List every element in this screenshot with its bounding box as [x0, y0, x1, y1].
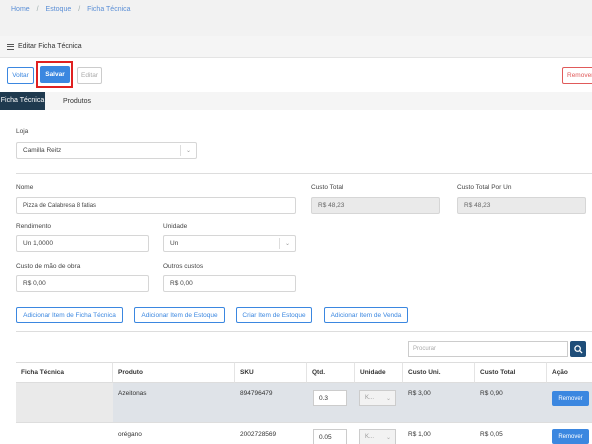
th-custo-total: Custo Total: [475, 362, 547, 383]
breadcrumb-ficha-tecnica[interactable]: Ficha Técnica: [87, 6, 130, 13]
custo-total-label: Custo Total: [311, 184, 344, 191]
custo-uni-cell: R$ 1,00: [408, 431, 431, 438]
ficha-cell: [16, 383, 113, 422]
unidade-row-select[interactable]: K... ⌄: [359, 390, 396, 406]
loja-select[interactable]: Camilla Reitz ⌄: [16, 142, 197, 159]
nome-input[interactable]: Pizza de Calabresa 8 fatias: [16, 197, 296, 214]
qtd-input[interactable]: 0.3: [313, 390, 347, 406]
remove-row-button[interactable]: Remover: [552, 391, 589, 406]
sku-cell: 2002728569: [240, 431, 277, 438]
th-unidade: Unidade: [355, 362, 403, 383]
breadcrumb-separator: /: [36, 6, 39, 13]
mao-obra-label: Custo de mão de obra: [16, 263, 81, 270]
editar-button[interactable]: Editar: [77, 67, 102, 84]
tab-ficha-tecnica[interactable]: Ficha Técnica: [0, 92, 45, 110]
loja-value: Camilla Reitz: [23, 147, 62, 154]
breadcrumb-home[interactable]: Home: [11, 6, 30, 13]
menu-icon[interactable]: [7, 43, 14, 50]
panel-title: Editar Ficha Técnica: [7, 43, 82, 50]
custo-total-cell: R$ 0,05: [480, 431, 503, 438]
custo-uni-cell: R$ 3,00: [408, 390, 431, 397]
custo-total-un-field: R$ 48,23: [457, 197, 586, 214]
custo-total-field: R$ 48,23: [311, 197, 440, 214]
table-row: orégano 2002728569 0.05 K... ⌄ R$ 1,00 R…: [16, 423, 592, 444]
table-row: Azeitonas 894796479 0.3 K... ⌄ R$ 3,00 R…: [16, 383, 592, 423]
salvar-highlight: [36, 61, 73, 88]
th-sku: SKU: [235, 362, 307, 383]
mao-obra-input[interactable]: R$ 0,00: [16, 275, 149, 292]
loja-label: Loja: [16, 128, 29, 135]
search-button[interactable]: [570, 341, 586, 357]
remove-row-button[interactable]: Remover: [552, 429, 589, 444]
voltar-button[interactable]: Voltar: [7, 67, 34, 84]
th-ficha-tecnica: Ficha Técnica: [16, 362, 113, 383]
divider: [16, 331, 592, 332]
tab-produtos[interactable]: Produtos: [57, 92, 97, 110]
chevron-down-icon: ⌄: [180, 145, 196, 156]
outros-custos-input[interactable]: R$ 0,00: [163, 275, 296, 292]
criar-estoque-button[interactable]: Criar Item de Estoque: [236, 307, 312, 323]
produto-cell: Azeitonas: [118, 390, 147, 397]
custo-total-cell: R$ 0,90: [480, 390, 503, 397]
qtd-input[interactable]: 0.05: [313, 429, 347, 444]
chevron-down-icon: ⌄: [385, 434, 391, 441]
unidade-row-value: K...: [365, 434, 375, 440]
th-acao: Ação: [547, 362, 592, 383]
panel-header: [0, 36, 592, 58]
breadcrumb: Home / Estoque / Ficha Técnica: [11, 6, 131, 13]
add-ficha-tecnica-button[interactable]: Adicionar Item de Ficha Técnica: [16, 307, 123, 323]
sku-cell: 894796479: [240, 390, 273, 397]
chevron-down-icon: ⌄: [279, 238, 295, 249]
panel-title-text: Editar Ficha Técnica: [18, 43, 82, 50]
rendimento-label: Rendimento: [16, 223, 52, 230]
th-qtd: Qtd.: [307, 362, 355, 383]
unidade-row-select[interactable]: K... ⌄: [359, 429, 396, 444]
produto-cell: orégano: [118, 431, 142, 438]
breadcrumb-estoque[interactable]: Estoque: [46, 6, 72, 13]
th-custo-uni: Custo Uni.: [403, 362, 475, 383]
unidade-select[interactable]: Un ⌄: [163, 235, 296, 252]
unidade-value: Un: [170, 240, 179, 247]
breadcrumb-separator: /: [78, 6, 81, 13]
unidade-label: Unidade: [163, 223, 188, 230]
search-input[interactable]: Procurar: [408, 341, 568, 357]
chevron-down-icon: ⌄: [385, 395, 391, 402]
custo-total-un-label: Custo Total Por Un: [457, 184, 512, 191]
remover-button[interactable]: Remover: [562, 67, 592, 84]
add-venda-button[interactable]: Adicionar Item de Venda: [324, 307, 408, 323]
nome-label: Nome: [16, 184, 34, 191]
divider: [16, 173, 592, 174]
th-produto: Produto: [113, 362, 235, 383]
search-icon: [573, 344, 583, 354]
rendimento-input[interactable]: Un 1,0000: [16, 235, 149, 252]
unidade-row-value: K...: [365, 395, 375, 401]
outros-custos-label: Outros custos: [163, 263, 204, 270]
row-bg: [113, 383, 592, 422]
add-estoque-button[interactable]: Adicionar Item de Estoque: [134, 307, 225, 323]
